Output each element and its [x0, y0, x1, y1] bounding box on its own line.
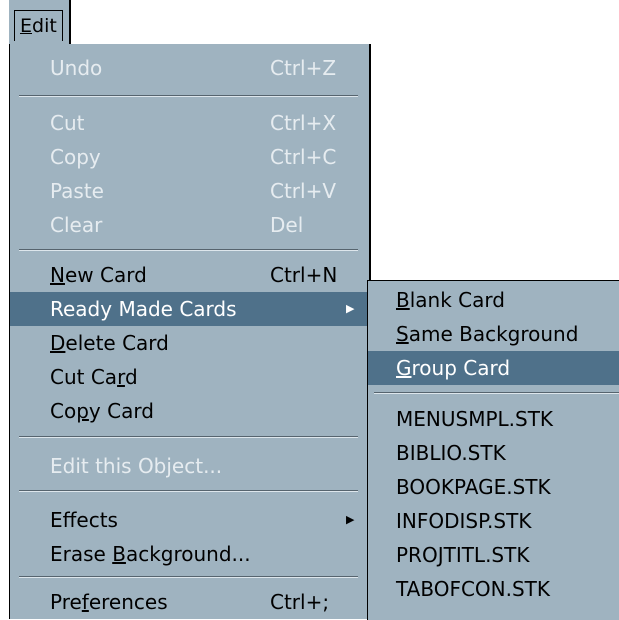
menu-item-label: MENUSMPL.STK — [396, 407, 554, 431]
menu-item-label: Effects — [50, 508, 118, 532]
menu-item-label-rest: ame Background — [408, 322, 579, 346]
menu-item-delete-card[interactable]: Delete Card — [10, 326, 369, 360]
menu-item-cut[interactable]: Cut Ctrl+X — [10, 106, 369, 140]
menu-item-label-pre: Co — [50, 399, 77, 423]
menu-separator — [19, 249, 358, 251]
menu-item-label-post: y Card — [88, 399, 154, 423]
menu-edit[interactable]: Edit — [14, 10, 63, 41]
menu-item-shortcut: Ctrl+Z — [270, 56, 337, 80]
menu-item-effects[interactable]: Effects ▶ — [10, 503, 369, 537]
submenu-item-stack[interactable]: MENUSMPL.STK — [368, 402, 619, 436]
menu-edit-label: dit — [32, 15, 57, 37]
menu-item-label: Paste — [50, 179, 104, 203]
menu-separator — [374, 392, 619, 394]
edit-menu-dropdown: Undo Ctrl+Z Cut Ctrl+X Copy Ctrl+C Paste… — [9, 44, 371, 619]
menu-item-label: Same Background — [396, 317, 578, 351]
menu-edit-accel: E — [20, 15, 33, 37]
menu-item-accel: B — [396, 288, 410, 312]
menu-item-accel: S — [396, 322, 409, 346]
menu-item-label: BIBLIO.STK — [396, 441, 506, 465]
menu-item-copy-card[interactable]: Copy Card — [10, 394, 369, 428]
menu-item-label-post: d — [124, 365, 138, 389]
menu-item-accel: D — [50, 331, 66, 355]
menu-item-accel: r — [117, 365, 125, 389]
menu-item-label: Copy Card — [50, 394, 154, 428]
menu-item-label-pre: Pre — [50, 590, 82, 614]
menu-item-cut-card[interactable]: Cut Card — [10, 360, 369, 394]
menu-item-label: INFODISP.STK — [396, 509, 532, 533]
menu-item-label-post: ackground... — [125, 542, 251, 566]
menu-item-label: Erase Background... — [50, 537, 251, 571]
submenu-item-group-card[interactable]: Group Card — [368, 351, 619, 385]
menu-item-label: Clear — [50, 213, 103, 237]
menu-item-label: Undo — [50, 56, 103, 80]
submenu-item-stack[interactable]: BIBLIO.STK — [368, 436, 619, 470]
menu-item-label: New Card — [50, 258, 147, 292]
menu-item-label-pre: Cut Ca — [50, 365, 118, 389]
submenu-item-stack[interactable]: BOOKPAGE.STK — [368, 470, 619, 504]
menu-item-label-rest: ew Card — [64, 263, 147, 287]
menu-item-label: Blank Card — [396, 283, 505, 317]
menu-item-paste[interactable]: Paste Ctrl+V — [10, 174, 369, 208]
menu-item-label-rest: elete Card — [65, 331, 169, 355]
menu-item-label: Cut Card — [50, 360, 138, 394]
menu-item-shortcut: Ctrl+V — [270, 179, 337, 203]
menu-item-label: Delete Card — [50, 326, 169, 360]
menu-item-label: Preferences — [50, 585, 168, 619]
menu-item-label: Group Card — [396, 351, 510, 385]
menu-item-accel: p — [76, 399, 89, 423]
menu-item-undo[interactable]: Undo Ctrl+Z — [10, 51, 369, 85]
menu-item-shortcut: Ctrl+; — [270, 590, 330, 614]
menu-item-preferences[interactable]: Preferences Ctrl+; — [10, 585, 369, 619]
submenu-item-stack[interactable]: TABOFCON.STK — [368, 572, 619, 606]
menu-item-edit-this-object[interactable]: Edit this Object... — [10, 449, 369, 483]
menu-item-label: BOOKPAGE.STK — [396, 475, 551, 499]
menu-item-shortcut: Ctrl+C — [270, 145, 337, 169]
menu-item-accel: G — [396, 356, 412, 380]
menu-bar: Edit — [9, 0, 71, 46]
submenu-item-stack[interactable]: INFODISP.STK — [368, 504, 619, 538]
menu-item-clear[interactable]: Clear Del — [10, 208, 369, 242]
menu-separator — [19, 490, 358, 492]
menu-item-label: PROJTITL.STK — [396, 543, 530, 567]
menu-item-shortcut: Ctrl+X — [270, 111, 337, 135]
submenu-item-blank-card[interactable]: Blank Card — [368, 283, 619, 317]
menu-separator — [19, 95, 358, 97]
menu-item-label-rest: roup Card — [411, 356, 511, 380]
menu-item-label: Copy — [50, 145, 101, 169]
menu-item-label: Ready Made Cards — [50, 297, 237, 321]
menu-item-accel: f — [81, 590, 89, 614]
menu-separator — [19, 576, 358, 578]
menu-item-shortcut: Ctrl+N — [270, 263, 338, 287]
menu-item-copy[interactable]: Copy Ctrl+C — [10, 140, 369, 174]
ready-made-cards-submenu: Blank Card Same Background Group Card ME… — [367, 280, 619, 620]
menu-item-new-card[interactable]: New Card Ctrl+N — [10, 258, 369, 292]
menu-item-accel: N — [50, 263, 65, 287]
menu-item-shortcut: Del — [270, 213, 304, 237]
submenu-arrow-icon: ▶ — [346, 513, 355, 526]
menu-item-label: Cut — [50, 111, 85, 135]
menu-item-label-pre: Erase — [50, 542, 113, 566]
menu-item-accel: B — [112, 542, 126, 566]
submenu-item-same-background[interactable]: Same Background — [368, 317, 619, 351]
menu-item-label: Edit this Object... — [50, 454, 223, 478]
menu-item-label-rest: lank Card — [409, 288, 505, 312]
submenu-item-stack[interactable]: PROJTITL.STK — [368, 538, 619, 572]
menu-item-erase-background[interactable]: Erase Background... — [10, 537, 369, 571]
submenu-arrow-icon: ▶ — [346, 302, 355, 315]
menu-item-ready-made-cards[interactable]: Ready Made Cards ▶ — [10, 292, 369, 326]
menu-separator — [19, 436, 358, 438]
menu-item-label: TABOFCON.STK — [396, 577, 551, 601]
menu-item-label-post: erences — [88, 590, 168, 614]
